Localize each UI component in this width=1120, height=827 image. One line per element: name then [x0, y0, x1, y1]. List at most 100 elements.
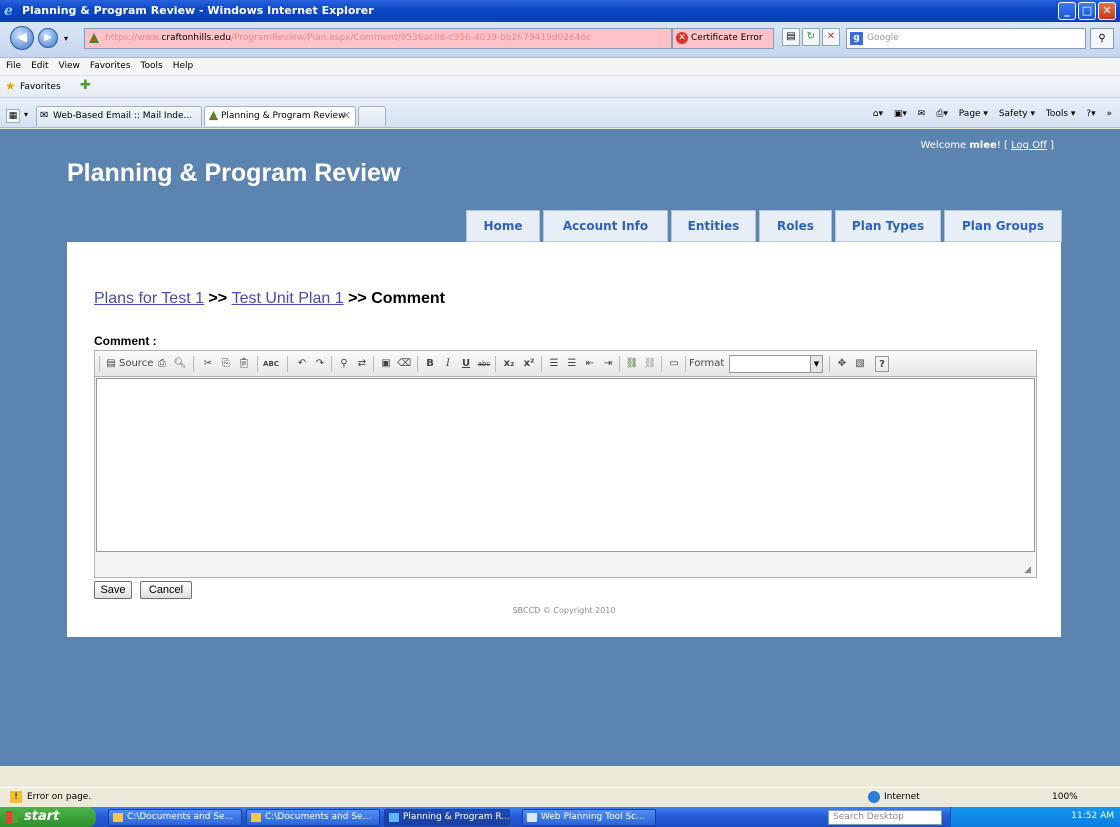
strikethrough-icon[interactable]: abc [477, 356, 491, 372]
resize-handle-icon[interactable]: ◢ [1024, 565, 1034, 575]
logoff-link[interactable]: Log Off [1011, 140, 1047, 151]
taskbar-item-label: Planning & Program R... [403, 812, 510, 822]
ie-logo-icon [389, 813, 399, 822]
numbered-list-icon[interactable]: ☰ [547, 356, 561, 372]
nav-home[interactable]: Home [466, 210, 540, 242]
content-panel: Plans for Test 1 >> Test Unit Plan 1 >> … [67, 242, 1061, 637]
nav-account-info[interactable]: Account Info [543, 210, 668, 242]
tab-webmail[interactable]: ✉ Web-Based Email :: Mail Inde... [36, 106, 202, 126]
select-all-icon[interactable]: ▣ [379, 356, 393, 372]
chevron-right-icon[interactable]: » [1106, 109, 1112, 119]
subscript-icon[interactable]: x₂ [501, 356, 517, 372]
taskbar-item-ie[interactable]: Planning & Program R... [384, 809, 510, 826]
print-icon[interactable]: ⎙ [155, 356, 169, 372]
bold-icon[interactable]: B [423, 356, 437, 372]
feeds-icon[interactable]: ▣▾ [894, 109, 907, 119]
cut-icon[interactable]: ✂ [201, 356, 215, 372]
underline-icon[interactable]: U [459, 356, 473, 372]
source-button[interactable]: Source [119, 356, 153, 372]
search-input[interactable]: g Google [846, 28, 1086, 49]
redo-icon[interactable]: ↷ [313, 356, 327, 372]
breadcrumb-plans-link[interactable]: Plans for Test 1 [94, 290, 204, 307]
superscript-icon[interactable]: x² [521, 356, 537, 372]
favorites-button[interactable]: Favorites [20, 82, 61, 92]
taskbar-item-explorer-2[interactable]: C:\Documents and Se... [246, 809, 380, 826]
menu-tools[interactable]: Tools [135, 58, 167, 71]
cancel-button[interactable]: Cancel [140, 581, 192, 599]
mail-icon[interactable]: ✉ [918, 109, 926, 119]
menu-file[interactable]: File [0, 58, 25, 71]
replace-icon[interactable]: ⇄ [355, 356, 369, 372]
safety-menu[interactable]: Safety ▾ [999, 109, 1035, 119]
help-icon[interactable]: ? [875, 356, 889, 372]
tab-list-dropdown-icon[interactable]: ▾ [24, 110, 28, 119]
taskbar-item-label: C:\Documents and Se... [127, 812, 234, 822]
source-icon[interactable]: ▤ [105, 356, 117, 372]
zoom-level[interactable]: 100% [1052, 792, 1078, 802]
globe-icon [868, 791, 880, 803]
close-window-button[interactable]: ✕ [1098, 2, 1116, 20]
chevron-down-icon: ▼ [810, 356, 822, 372]
spellcheck-icon[interactable]: ABC [263, 356, 279, 372]
start-button[interactable]: start [0, 807, 96, 827]
save-button[interactable]: Save [94, 581, 132, 599]
favorites-star-icon[interactable]: ★ [5, 80, 16, 92]
undo-icon[interactable]: ↶ [295, 356, 309, 372]
stop-icon[interactable]: ✕ [822, 28, 840, 46]
windows-logo-icon [6, 811, 18, 823]
preview-icon[interactable]: 🔍︎ [173, 356, 187, 372]
unlink-icon[interactable]: ⛓ [643, 356, 657, 372]
copy-icon[interactable]: ⎘ [219, 356, 233, 372]
taskbar-item-explorer-1[interactable]: C:\Documents and Se... [108, 809, 242, 826]
forward-button[interactable]: ▶ [38, 28, 58, 48]
tab-planning-review[interactable]: Planning & Program Review ✕ [204, 106, 356, 126]
quick-tabs-icon[interactable]: ▦ [6, 109, 20, 123]
back-button[interactable]: ◀ [10, 26, 34, 50]
menu-view[interactable]: View [53, 58, 84, 71]
address-input[interactable]: https://www.craftonhills.edu/ProgramRevi… [84, 28, 672, 49]
certificate-error-label: Certificate Error [691, 33, 763, 43]
remove-format-icon[interactable]: ⌫ [397, 356, 411, 372]
certificate-error-button[interactable]: ✕ Certificate Error [672, 28, 774, 49]
home-icon[interactable]: ⌂▾ [873, 109, 883, 119]
paste-icon[interactable]: 📋︎ [237, 356, 251, 372]
breadcrumb-plan-link[interactable]: Test Unit Plan 1 [232, 290, 344, 307]
refresh-icon[interactable]: ↻ [802, 28, 820, 46]
show-blocks-icon[interactable]: ▧ [853, 356, 867, 372]
search-go-icon[interactable]: ⚲ [1090, 28, 1114, 49]
link-icon[interactable]: ⛓ [625, 356, 639, 372]
taskbar-item-word[interactable]: Web Planning Tool Sc... [522, 809, 656, 826]
italic-icon[interactable]: I [441, 356, 455, 372]
comment-textarea[interactable] [96, 378, 1035, 552]
new-tab-button[interactable] [358, 106, 386, 126]
menu-favorites[interactable]: Favorites [84, 58, 135, 71]
compatibility-view-icon[interactable]: ▤ [782, 28, 800, 46]
menu-help[interactable]: Help [167, 58, 198, 71]
nav-plan-groups[interactable]: Plan Groups [944, 210, 1062, 242]
indent-icon[interactable]: ⇥ [601, 356, 615, 372]
nav-roles[interactable]: Roles [759, 210, 832, 242]
desktop-search-input[interactable]: Search Desktop [828, 810, 942, 825]
bulleted-list-icon[interactable]: ☰ [565, 356, 579, 372]
tools-menu[interactable]: Tools ▾ [1046, 109, 1076, 119]
minimize-button[interactable]: _ [1058, 2, 1076, 20]
add-favorite-icon[interactable]: ✚ [80, 79, 91, 92]
site-favicon-icon [89, 33, 99, 43]
maximize-editor-icon[interactable]: ✥ [835, 356, 849, 372]
menu-edit[interactable]: Edit [25, 58, 52, 71]
help-icon[interactable]: ?▾ [1086, 109, 1095, 119]
nav-plan-types[interactable]: Plan Types [835, 210, 941, 242]
maximize-button[interactable]: □ [1078, 2, 1096, 20]
history-dropdown-icon[interactable]: ▾ [64, 34, 68, 43]
outdent-icon[interactable]: ⇤ [583, 356, 597, 372]
ie-logo-icon: e [4, 3, 13, 19]
close-tab-icon[interactable]: ✕ [342, 107, 351, 125]
horizontal-rule-icon[interactable]: ▭ [667, 356, 681, 372]
page-menu[interactable]: Page ▾ [959, 109, 988, 119]
nav-entities[interactable]: Entities [671, 210, 756, 242]
warning-icon[interactable]: ! [10, 791, 22, 803]
editor-toolbar: ▤ Source ⎙ 🔍︎ ✂ ⎘ 📋︎ ABC ↶ ↷ ⚲ ⇄ ▣ ⌫ B I… [95, 351, 1036, 377]
format-select[interactable]: ▼ [729, 355, 823, 373]
find-icon[interactable]: ⚲ [337, 356, 351, 372]
print-icon[interactable]: ⎙▾ [936, 109, 948, 119]
